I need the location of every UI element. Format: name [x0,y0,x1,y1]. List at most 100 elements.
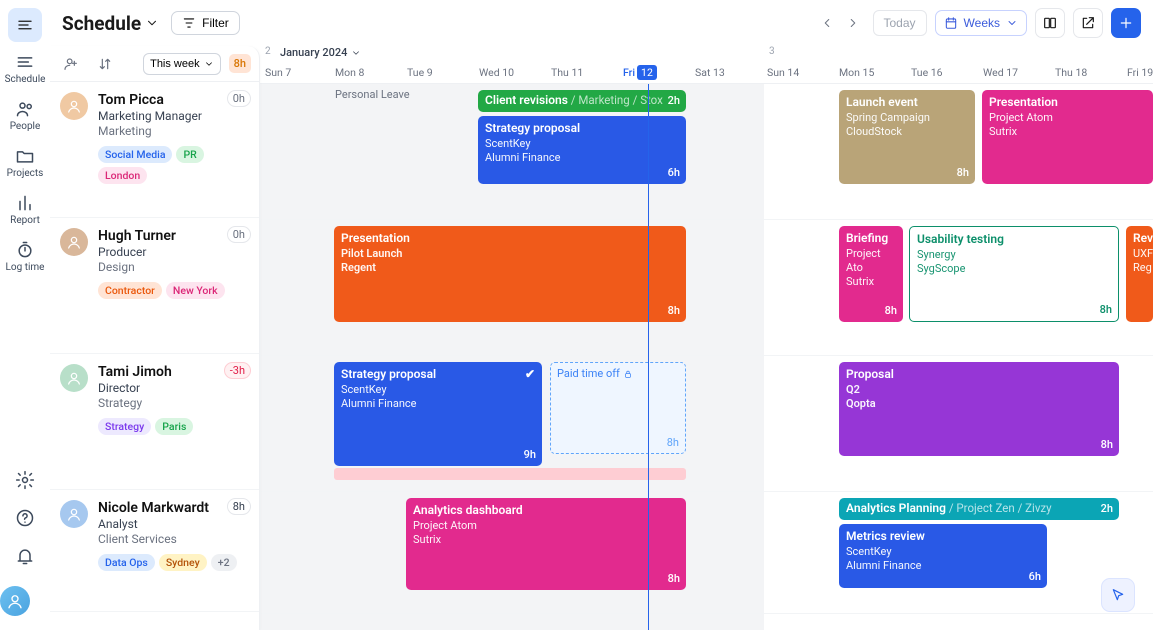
task-line3: Alumni Finance [846,559,1040,573]
view-mode-button[interactable]: Weeks [935,10,1027,36]
task-hours: 8h [885,304,897,318]
rail-settings[interactable] [0,462,50,500]
task-line2: Project Atom [989,111,1146,125]
month-label[interactable]: January 2024 [280,46,361,59]
page-title[interactable]: Schedule [62,12,159,35]
person-hours-chip: 8h [227,498,251,515]
avatar-icon [66,370,82,386]
rail-people[interactable]: People [0,93,50,140]
rail-notifications[interactable] [0,538,50,576]
person-tag[interactable]: London [98,167,147,184]
task-hours: 2h [1101,502,1113,516]
schedule-lane[interactable]: Personal LeaveClient revisions / Marketi… [260,84,1153,220]
external-link-icon [1080,15,1096,31]
rail-projects-label: Projects [7,168,44,179]
person-row[interactable]: Tami Jimoh Director Strategy StrategyPar… [50,354,259,490]
hours-badge: 8h [229,54,251,73]
add-button[interactable] [1111,8,1141,38]
person-tag[interactable]: Strategy [98,418,151,435]
task-line2: Synergy [917,248,1111,262]
chevron-left-icon [820,16,834,30]
task-block[interactable]: Strategy proposalScentKeyAlumni Finance6… [478,116,686,184]
task-line3: Alumni Finance [341,397,535,411]
cursor-mode-button[interactable] [1101,578,1135,612]
task-block[interactable]: Analytics Planning / Project Zen / Zivzy… [839,498,1119,520]
day-label: Sun 14 [767,66,799,79]
task-title: Presentation [341,231,679,247]
person-hours-chip: -3h [224,362,251,379]
task-block[interactable]: Client revisions / Marketing / Stox2h [478,90,686,112]
task-block[interactable]: Analytics dashboardProject AtomSutrix8h [406,498,686,590]
task-block[interactable]: RevUXFReg [1126,226,1153,322]
month-label-text: January 2024 [280,46,347,59]
person-dept: Strategy [98,396,249,410]
filter-icon [182,16,196,30]
task-block[interactable]: ProposalQ2Qopta8h [839,362,1119,456]
task-title: Analytics Planning [846,501,946,515]
app-logo[interactable] [8,8,42,42]
schedule-lane[interactable]: Analytics dashboardProject AtomSutrix8hA… [260,492,1153,614]
task-line2: Q2 [846,383,1112,397]
task-block[interactable]: Launch eventSpring CampaignCloudStock8h [839,90,975,184]
task-hours: 8h [668,572,680,586]
person-tag[interactable]: Social Media [98,146,172,163]
task-line3: Sutrix [413,533,679,547]
task-hours: 6h [1029,570,1041,584]
task-block[interactable]: Metrics reviewScentKeyAlumni Finance6h [839,524,1047,588]
rail-help[interactable] [0,500,50,538]
avatar [60,364,88,392]
task-block[interactable]: Strategy proposal✔ScentKeyAlumni Finance… [334,362,542,466]
day-label: Thu 11 [551,66,583,79]
person-tag[interactable]: Contractor [98,282,162,299]
pto-block[interactable]: Paid time off 8h [550,362,686,454]
layout-toggle-button[interactable] [1035,8,1065,38]
day-label: Tue 9 [407,66,433,79]
next-period[interactable] [841,11,865,35]
grid-body[interactable]: Personal LeaveClient revisions / Marketi… [260,84,1153,630]
chevron-right-icon [846,16,860,30]
person-hours-chip: 0h [227,90,251,107]
add-person-button[interactable] [58,51,84,77]
rail-logtime[interactable]: Log time [0,234,50,281]
day-label: Tue 16 [911,66,943,79]
overallocation-bar [334,468,686,480]
person-row[interactable]: Nicole Markwardt Analyst Client Services… [50,490,259,612]
open-external-button[interactable] [1073,8,1103,38]
person-tag[interactable]: Sydney [159,554,207,571]
person-row[interactable]: Hugh Turner Producer Design ContractorNe… [50,218,259,354]
task-hours: 2h [668,94,680,108]
task-block[interactable]: BriefingProject AtoSutrix8h [839,226,903,322]
avatar-icon [66,98,82,114]
rail-user-avatar[interactable] [0,586,30,616]
task-block[interactable]: PresentationPilot LaunchRegent8h [334,226,686,322]
rail-projects[interactable]: Projects [0,140,50,187]
prev-period[interactable] [815,11,839,35]
person-tag[interactable]: PR [176,146,203,163]
person-tag[interactable]: Paris [155,418,193,435]
task-line2: Project Atom [413,519,679,533]
calendar-icon [944,16,958,30]
pto-label: Paid time off [557,367,620,380]
range-label: This week [150,58,200,70]
sort-button[interactable] [92,51,118,77]
task-block[interactable]: Usability testingSynergySygScope8h [909,226,1119,322]
rail-schedule[interactable]: Schedule [0,46,50,93]
filter-button[interactable]: Filter [171,11,240,35]
person-tag[interactable]: +2 [211,554,237,571]
schedule-lane[interactable]: PresentationPilot LaunchRegent8h Briefing… [260,220,1153,356]
header: Schedule Filter Today Weeks [50,0,1153,46]
task-hours: 8h [1100,303,1112,317]
people-toolbar: This week 8h [50,46,259,82]
person-tag[interactable]: New York [166,282,225,299]
person-tag[interactable]: Data Ops [98,554,155,571]
range-select-button[interactable]: This week [143,53,221,75]
task-line3: Alumni Finance [485,151,679,165]
plus-icon [1118,15,1134,31]
schedule-lane[interactable]: Strategy proposal✔ScentKeyAlumni Finance… [260,356,1153,492]
person-row[interactable]: Tom Picca Marketing Manager Marketing So… [50,82,259,218]
task-block[interactable]: PresentationProject AtomSutrix [982,90,1153,184]
rail-report[interactable]: Report [0,187,50,234]
day-label: Mon 8 [335,66,364,79]
today-button[interactable]: Today [873,10,927,36]
person-plus-icon [63,56,79,72]
